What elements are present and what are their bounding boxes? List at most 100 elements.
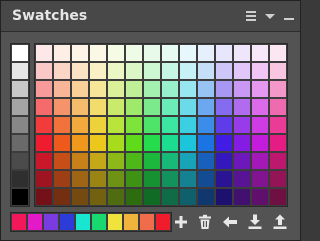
color-swatch[interactable]: [198, 63, 214, 79]
color-swatch[interactable]: [90, 99, 106, 115]
recent-swatch[interactable]: [108, 214, 122, 230]
color-swatch[interactable]: [126, 45, 142, 61]
color-swatch[interactable]: [54, 171, 70, 187]
color-swatch[interactable]: [162, 81, 178, 97]
color-swatch[interactable]: [126, 171, 142, 187]
color-swatch[interactable]: [36, 117, 52, 133]
recent-swatch[interactable]: [156, 214, 170, 230]
color-swatch[interactable]: [90, 171, 106, 187]
color-swatch[interactable]: [162, 135, 178, 151]
color-swatch[interactable]: [252, 99, 268, 115]
color-swatch[interactable]: [270, 171, 286, 187]
color-swatch[interactable]: [54, 99, 70, 115]
color-swatch[interactable]: [270, 189, 286, 205]
color-swatch[interactable]: [72, 81, 88, 97]
color-swatch[interactable]: [108, 135, 124, 151]
color-swatch[interactable]: [126, 99, 142, 115]
color-swatch[interactable]: [72, 45, 88, 61]
color-swatch[interactable]: [144, 63, 160, 79]
color-swatch[interactable]: [126, 81, 142, 97]
color-swatch[interactable]: [234, 63, 250, 79]
color-swatch[interactable]: [270, 135, 286, 151]
color-swatch[interactable]: [180, 45, 196, 61]
color-swatch[interactable]: [234, 189, 250, 205]
color-swatch[interactable]: [90, 63, 106, 79]
color-swatch[interactable]: [180, 117, 196, 133]
color-swatch[interactable]: [180, 81, 196, 97]
color-swatch[interactable]: [198, 153, 214, 169]
color-swatch[interactable]: [54, 153, 70, 169]
color-swatch[interactable]: [234, 153, 250, 169]
delete-swatch-button[interactable]: [196, 213, 214, 231]
color-swatch[interactable]: [216, 153, 232, 169]
gray-swatch[interactable]: [12, 81, 28, 97]
color-swatch[interactable]: [126, 153, 142, 169]
color-swatch[interactable]: [216, 189, 232, 205]
color-swatch[interactable]: [90, 117, 106, 133]
color-swatch[interactable]: [234, 81, 250, 97]
color-swatch[interactable]: [252, 63, 268, 79]
color-swatch[interactable]: [270, 45, 286, 61]
color-swatch[interactable]: [216, 135, 232, 151]
color-swatch[interactable]: [162, 45, 178, 61]
color-swatch[interactable]: [198, 99, 214, 115]
color-swatch[interactable]: [216, 63, 232, 79]
color-swatch[interactable]: [54, 189, 70, 205]
color-swatch[interactable]: [252, 171, 268, 187]
color-swatch[interactable]: [162, 189, 178, 205]
color-swatch[interactable]: [108, 189, 124, 205]
color-swatch[interactable]: [252, 135, 268, 151]
color-swatch[interactable]: [36, 45, 52, 61]
color-swatch[interactable]: [90, 81, 106, 97]
color-swatch[interactable]: [270, 81, 286, 97]
color-swatch[interactable]: [90, 153, 106, 169]
recent-swatch[interactable]: [60, 214, 74, 230]
recent-swatch[interactable]: [124, 214, 138, 230]
color-swatch[interactable]: [162, 63, 178, 79]
minimize-icon[interactable]: [282, 8, 296, 24]
color-swatch[interactable]: [90, 135, 106, 151]
gray-swatch[interactable]: [12, 171, 28, 187]
color-swatch[interactable]: [270, 99, 286, 115]
color-swatch[interactable]: [198, 81, 214, 97]
color-swatch[interactable]: [126, 63, 142, 79]
color-swatch[interactable]: [36, 189, 52, 205]
color-swatch[interactable]: [234, 171, 250, 187]
color-swatch[interactable]: [72, 135, 88, 151]
color-swatch[interactable]: [198, 135, 214, 151]
export-swatches-button[interactable]: [271, 213, 289, 231]
color-swatch[interactable]: [126, 117, 142, 133]
color-swatch[interactable]: [198, 117, 214, 133]
color-swatch[interactable]: [72, 171, 88, 187]
gray-swatch[interactable]: [12, 153, 28, 169]
color-swatch[interactable]: [216, 117, 232, 133]
color-swatch[interactable]: [72, 99, 88, 115]
recent-swatch[interactable]: [12, 214, 26, 230]
color-swatch[interactable]: [180, 189, 196, 205]
color-swatch[interactable]: [126, 189, 142, 205]
color-swatch[interactable]: [108, 117, 124, 133]
color-swatch[interactable]: [36, 153, 52, 169]
load-swatches-button[interactable]: [221, 213, 239, 231]
color-swatch[interactable]: [270, 117, 286, 133]
color-swatch[interactable]: [198, 189, 214, 205]
color-swatch[interactable]: [162, 99, 178, 115]
color-swatch[interactable]: [252, 117, 268, 133]
color-swatch[interactable]: [36, 135, 52, 151]
hamburger-menu-icon[interactable]: [244, 8, 258, 24]
color-swatch[interactable]: [36, 99, 52, 115]
color-swatch[interactable]: [144, 189, 160, 205]
color-swatch[interactable]: [108, 153, 124, 169]
recent-swatch[interactable]: [140, 214, 154, 230]
gray-swatch[interactable]: [12, 99, 28, 115]
color-swatch[interactable]: [270, 63, 286, 79]
color-swatch[interactable]: [162, 171, 178, 187]
color-swatch[interactable]: [252, 189, 268, 205]
color-swatch[interactable]: [234, 117, 250, 133]
gray-swatch[interactable]: [12, 117, 28, 133]
color-swatch[interactable]: [72, 189, 88, 205]
color-swatch[interactable]: [180, 153, 196, 169]
color-swatch[interactable]: [216, 45, 232, 61]
color-swatch[interactable]: [162, 117, 178, 133]
color-swatch[interactable]: [144, 45, 160, 61]
